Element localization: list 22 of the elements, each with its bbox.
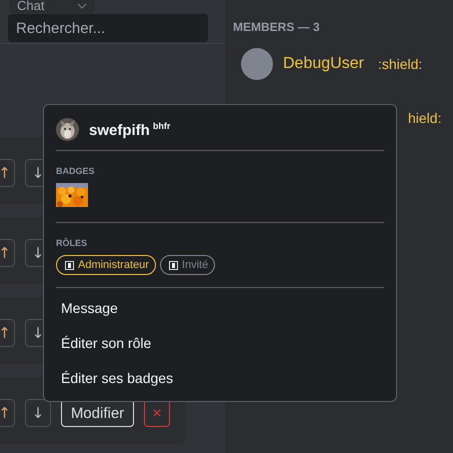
role-icon — [65, 260, 74, 270]
role-tag: Administrateur — [56, 255, 156, 275]
role-tag: Invité — [160, 255, 216, 275]
channel-select[interactable]: Chat — [9, 0, 95, 13]
move-up-button[interactable]: ↑ — [0, 239, 15, 267]
roles-label: RÔLES — [56, 238, 88, 248]
member-tag: hield: — [408, 110, 442, 126]
move-up-button[interactable]: ↑ — [0, 159, 15, 187]
member-tag: :shield: — [378, 56, 422, 72]
username: swefpifh $^{bhfr}$ — [89, 120, 170, 138]
menu-item[interactable]: Message — [61, 297, 384, 319]
role-icon — [168, 260, 178, 270]
menu-item[interactable]: Éditer son rôle — [61, 332, 384, 354]
menu-item[interactable]: Éditer ses badges — [61, 367, 384, 389]
members-heading: MEMBERS — 3 — [233, 20, 321, 34]
move-up-button[interactable]: ↑ — [0, 399, 15, 427]
move-up-button[interactable]: ↑ — [0, 319, 15, 347]
chevron-down-icon — [77, 2, 87, 8]
member-name[interactable]: DebugUser — [283, 55, 364, 73]
search-field[interactable]: Rechercher... — [8, 14, 208, 42]
avatar — [241, 48, 273, 80]
badges-label: BADGES — [56, 166, 96, 176]
